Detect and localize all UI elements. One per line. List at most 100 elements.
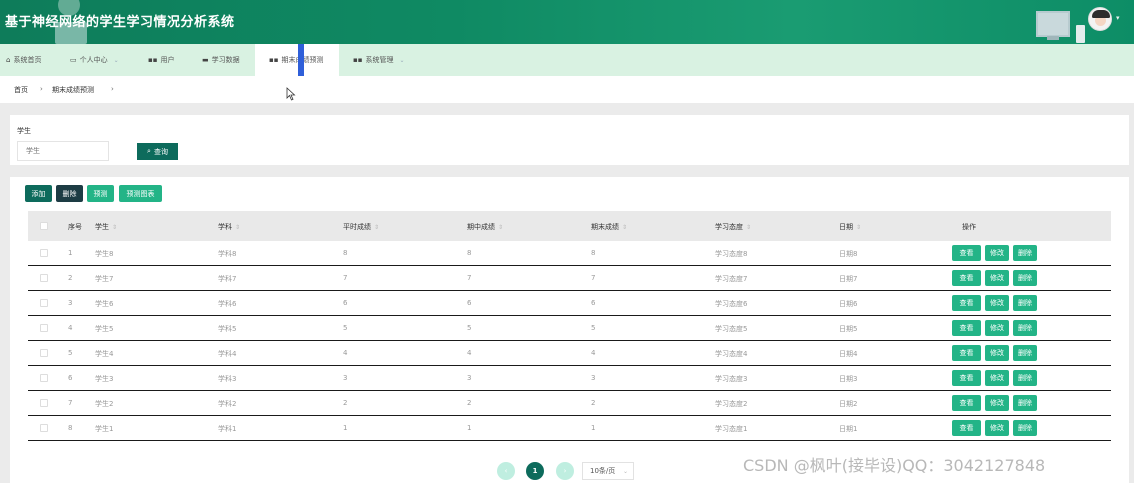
column-header-final-score[interactable]: 期末成绩 ⇕ xyxy=(591,222,627,232)
pagination-next-button[interactable]: › xyxy=(556,462,574,480)
nav-item-personal-center[interactable]: ▭ 个人中心 ⌄ xyxy=(70,44,119,76)
sort-icon: ⇕ xyxy=(746,224,752,231)
row-checkbox[interactable] xyxy=(40,274,48,282)
row-checkbox[interactable] xyxy=(40,424,48,432)
delete-row-button[interactable]: 删除 xyxy=(1013,420,1037,436)
delete-row-button[interactable]: 删除 xyxy=(1013,245,1037,261)
pagination-page-1[interactable]: 1 xyxy=(526,462,544,480)
cell-final-score: 6 xyxy=(591,299,596,307)
row-checkbox[interactable] xyxy=(40,299,48,307)
column-header-usual-score[interactable]: 平时成绩 ⇕ xyxy=(343,222,379,232)
app-title: 基于神经网络的学生学习情况分析系统 xyxy=(5,15,235,30)
nav-item-label: 系统管理 xyxy=(365,56,394,64)
nav-item-system-management[interactable]: ▪▪ 系统管理 ⌄ xyxy=(353,44,405,76)
cell-subject: 学科4 xyxy=(218,350,237,358)
pagination-prev-button[interactable]: ‹ xyxy=(497,462,515,480)
cell-midterm-score: 1 xyxy=(467,424,472,432)
table-row: 7 学生2 学科2 2 2 2 学习态度2 日期2 查看 修改 删除 xyxy=(28,391,1111,416)
search-button-label: 查询 xyxy=(153,147,168,156)
column-label: 学习态度 xyxy=(715,223,743,231)
edit-button[interactable]: 修改 xyxy=(985,395,1009,411)
cell-usual-score: 6 xyxy=(343,299,348,307)
cell-midterm-score: 8 xyxy=(467,249,472,257)
cell-student: 学生7 xyxy=(95,275,114,283)
view-button[interactable]: 查看 xyxy=(952,370,981,386)
delete-row-button[interactable]: 删除 xyxy=(1013,395,1037,411)
column-header-attitude[interactable]: 学习态度 ⇕ xyxy=(715,222,751,232)
nav-item-final-score-prediction[interactable]: ▪▪ 期末成绩预测 xyxy=(255,44,339,76)
edit-button[interactable]: 修改 xyxy=(985,345,1009,361)
edit-button[interactable]: 修改 xyxy=(985,320,1009,336)
cell-subject: 学科8 xyxy=(218,250,237,258)
cell-index: 1 xyxy=(68,249,73,257)
delete-row-button[interactable]: 删除 xyxy=(1013,270,1037,286)
cell-index: 3 xyxy=(68,299,73,307)
nav-item-label: 用户 xyxy=(160,56,175,64)
column-label: 日期 xyxy=(839,223,853,231)
column-header-subject[interactable]: 学科 ⇕ xyxy=(218,222,240,232)
predict-button[interactable]: 预测 xyxy=(87,185,114,202)
cell-student: 学生6 xyxy=(95,300,114,308)
cell-usual-score: 5 xyxy=(343,324,348,332)
cell-date: 日期4 xyxy=(839,350,858,358)
chevron-down-icon[interactable]: ▾ xyxy=(1116,14,1120,22)
grid-icon: ▪▪ xyxy=(353,56,363,64)
select-all-checkbox[interactable] xyxy=(40,222,48,230)
cell-midterm-score: 4 xyxy=(467,349,472,357)
edit-button[interactable]: 修改 xyxy=(985,245,1009,261)
view-button[interactable]: 查看 xyxy=(952,420,981,436)
column-header-date[interactable]: 日期 ⇕ xyxy=(839,222,861,232)
view-button[interactable]: 查看 xyxy=(952,245,981,261)
breadcrumb-home[interactable]: 首页 xyxy=(14,85,28,95)
delete-row-button[interactable]: 删除 xyxy=(1013,370,1037,386)
column-header-index: 序号 xyxy=(68,223,82,231)
row-checkbox[interactable] xyxy=(40,249,48,257)
delete-row-button[interactable]: 删除 xyxy=(1013,345,1037,361)
student-search-input[interactable] xyxy=(17,141,109,161)
sort-icon: ⇕ xyxy=(235,224,241,231)
cell-usual-score: 1 xyxy=(343,424,348,432)
edit-button[interactable]: 修改 xyxy=(985,420,1009,436)
cell-usual-score: 3 xyxy=(343,374,348,382)
cell-usual-score: 2 xyxy=(343,399,348,407)
page-size-select[interactable]: 10条/页 ⌄ xyxy=(582,462,634,480)
user-avatar[interactable] xyxy=(1088,7,1112,31)
delete-row-button[interactable]: 删除 xyxy=(1013,295,1037,311)
cell-attitude: 学习态度4 xyxy=(715,350,748,358)
delete-button[interactable]: 删除 xyxy=(56,185,83,202)
column-label: 平时成绩 xyxy=(343,223,371,231)
cell-date: 日期7 xyxy=(839,275,858,283)
row-checkbox[interactable] xyxy=(40,399,48,407)
column-header-student[interactable]: 学生 ⇕ xyxy=(95,222,117,232)
column-header-midterm-score[interactable]: 期中成绩 ⇕ xyxy=(467,222,503,232)
breadcrumb-current: 期末成绩预测 xyxy=(52,86,94,94)
search-button[interactable]: ⌕ 查询 xyxy=(137,143,178,160)
view-button[interactable]: 查看 xyxy=(952,345,981,361)
view-button[interactable]: 查看 xyxy=(952,320,981,336)
breadcrumb: 首页 › 期末成绩预测 › xyxy=(0,76,1134,103)
edit-button[interactable]: 修改 xyxy=(985,270,1009,286)
nav-item-learning-data[interactable]: ▬ 学习数据 xyxy=(202,44,240,76)
delete-row-button[interactable]: 删除 xyxy=(1013,320,1037,336)
cell-attitude: 学习态度7 xyxy=(715,275,748,283)
nav-item-users[interactable]: ▪▪ 用户 xyxy=(148,44,175,76)
prediction-chart-button[interactable]: 预测图表 xyxy=(119,185,162,202)
add-button[interactable]: 添加 xyxy=(25,185,52,202)
cell-final-score: 3 xyxy=(591,374,596,382)
row-checkbox[interactable] xyxy=(40,374,48,382)
table-row: 2 学生7 学科7 7 7 7 学习态度7 日期7 查看 修改 删除 xyxy=(28,266,1111,291)
edit-button[interactable]: 修改 xyxy=(985,295,1009,311)
view-button[interactable]: 查看 xyxy=(952,395,981,411)
row-checkbox[interactable] xyxy=(40,349,48,357)
cell-subject: 学科5 xyxy=(218,325,237,333)
grid-icon: ▪▪ xyxy=(269,56,279,64)
cell-subject: 学科6 xyxy=(218,300,237,308)
cell-date: 日期2 xyxy=(839,400,858,408)
page-size-label: 10条/页 xyxy=(590,467,616,475)
view-button[interactable]: 查看 xyxy=(952,295,981,311)
nav-item-home[interactable]: ⌂ 系统首页 xyxy=(6,44,41,76)
row-checkbox[interactable] xyxy=(40,324,48,332)
home-icon: ⌂ xyxy=(6,56,11,64)
edit-button[interactable]: 修改 xyxy=(985,370,1009,386)
view-button[interactable]: 查看 xyxy=(952,270,981,286)
